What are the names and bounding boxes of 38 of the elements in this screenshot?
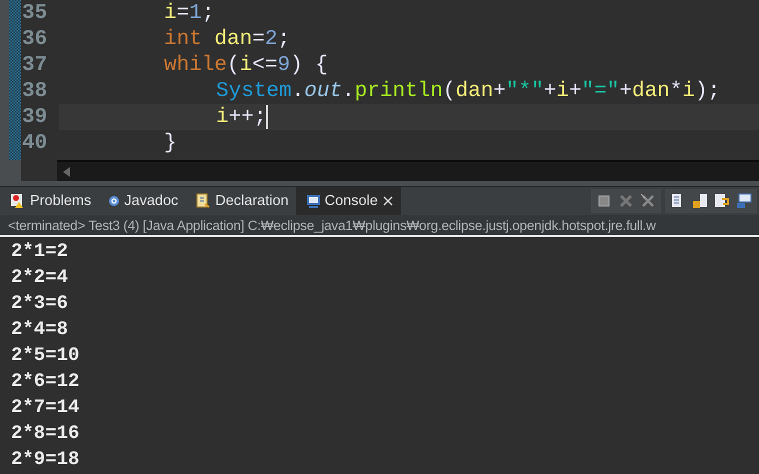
view-tab[interactable]: Problems [0,187,98,215]
console-output-line: 2*7=14 [11,395,80,420]
console-status: <terminated> Test3 (4) [Java Application] C:₩eclipse_java1₩plugins₩org.eclipse.justj.openjdk.hotspot.jre.full.w [8,218,656,232]
line-number: 36 [21,28,48,50]
pin-console-icon[interactable] [736,193,752,209]
code-line: i=1; [164,2,214,24]
line-number: 35 [21,2,48,24]
line-number: 40 [21,132,48,154]
console-output-line: 2*5=10 [11,343,80,368]
code-line: i++; [216,105,268,129]
console-output-line: 2*9=18 [11,447,80,472]
word-wrap-icon[interactable] [714,193,730,209]
text-cursor [266,105,268,129]
code-line: while(i<=9) { [164,54,328,76]
console-output-line: 2*8=16 [11,421,80,446]
line-number: 37 [21,54,48,76]
view-tab[interactable]: Javadoc [98,187,186,215]
console-output-line: 2*6=12 [11,369,80,394]
console-output-line: 2*2=4 [11,265,70,290]
code-line: } [164,132,177,154]
stop-icon[interactable] [596,193,612,209]
console-output-line: 2*1=2 [11,239,70,264]
console-icon [306,194,321,208]
declaration-icon [195,193,212,209]
horizontal-scrollbar[interactable] [57,160,759,181]
problems-icon [10,193,26,209]
close-icon[interactable] [382,195,394,207]
code-line: System.out.println(dan+"*"+i+"="+dan*i); [216,80,720,102]
line-number: 39 [21,106,48,128]
console-output-line: 2*3=6 [11,291,70,316]
scroll-left-icon[interactable] [63,166,71,176]
remove-all-icon[interactable] [640,193,656,209]
scroll-lock-icon[interactable] [692,193,708,209]
code-line: int dan=2; [164,28,290,50]
view-tab[interactable]: Console [296,187,401,215]
view-tab[interactable]: Declaration [185,187,296,215]
console-output-line: 2*4=8 [11,317,70,342]
line-number: 38 [21,80,48,102]
